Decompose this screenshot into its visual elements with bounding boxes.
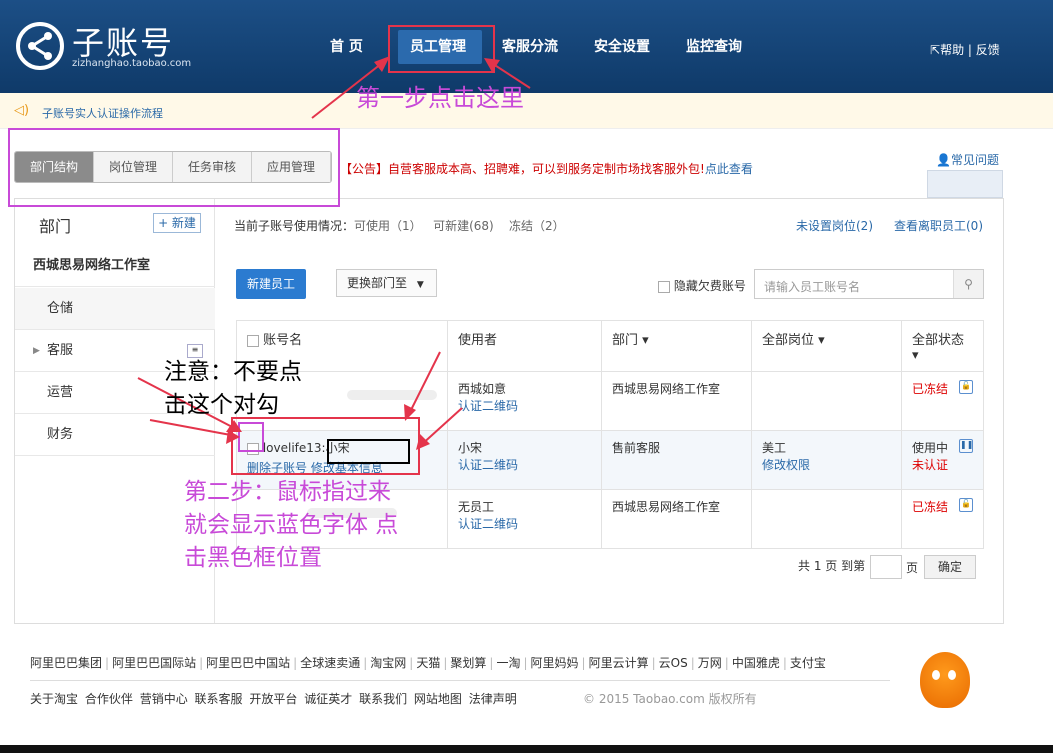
annotation-step2a: 第二步：鼠标指过来 bbox=[184, 479, 391, 505]
annotation-step2c: 击黑色框位置 bbox=[184, 545, 322, 571]
bottom-bar bbox=[0, 745, 1053, 753]
annotation-warn2: 击这个对勾 bbox=[164, 392, 279, 418]
annotation-step2b: 就会显示蓝色字体 点 bbox=[184, 512, 399, 538]
annotation-warn1: 注意：不要点 bbox=[164, 359, 302, 385]
annotation-step1: 第一步点击这里 bbox=[356, 84, 524, 112]
annotation-arrows bbox=[137, 56, 531, 450]
